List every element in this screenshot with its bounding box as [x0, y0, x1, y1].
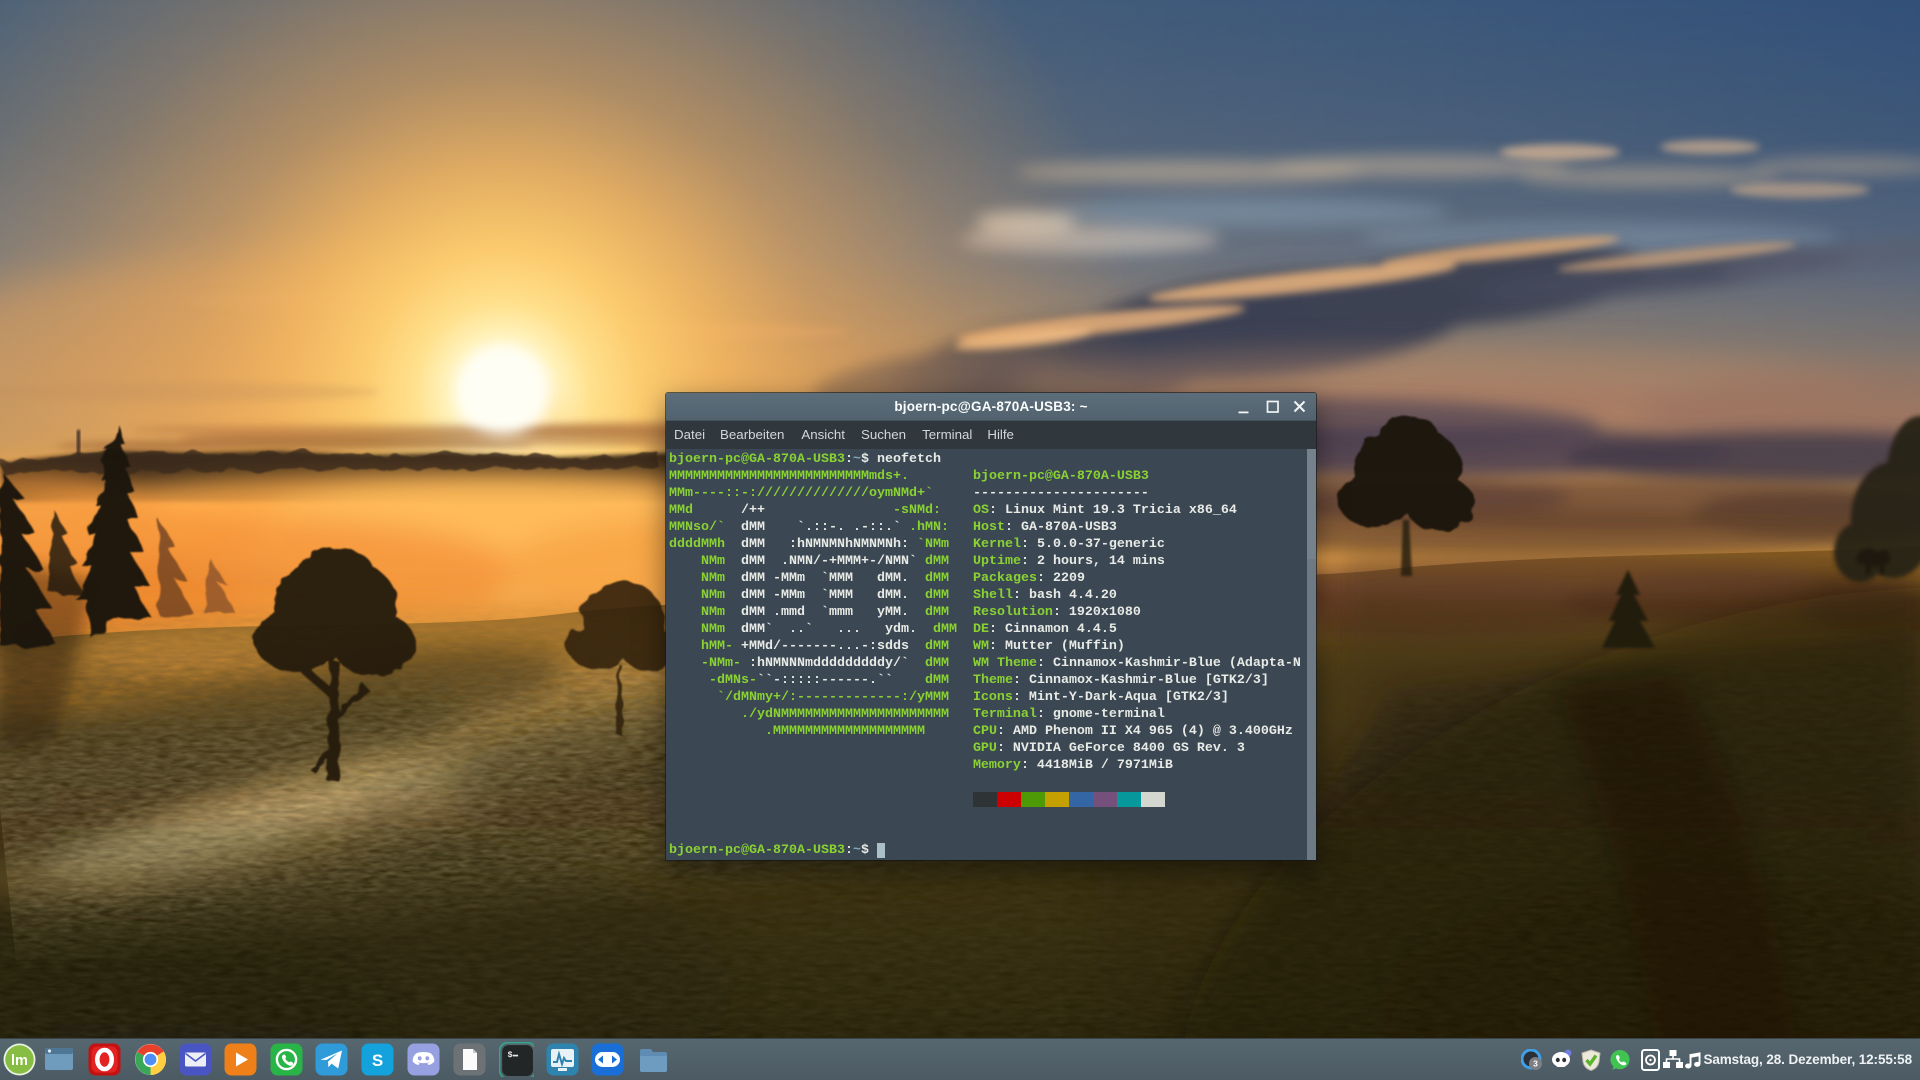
- svg-text:S: S: [372, 1051, 383, 1070]
- svg-text:lm: lm: [11, 1053, 28, 1069]
- svg-text:$: $: [507, 1050, 512, 1060]
- svg-text:3: 3: [1533, 1059, 1538, 1069]
